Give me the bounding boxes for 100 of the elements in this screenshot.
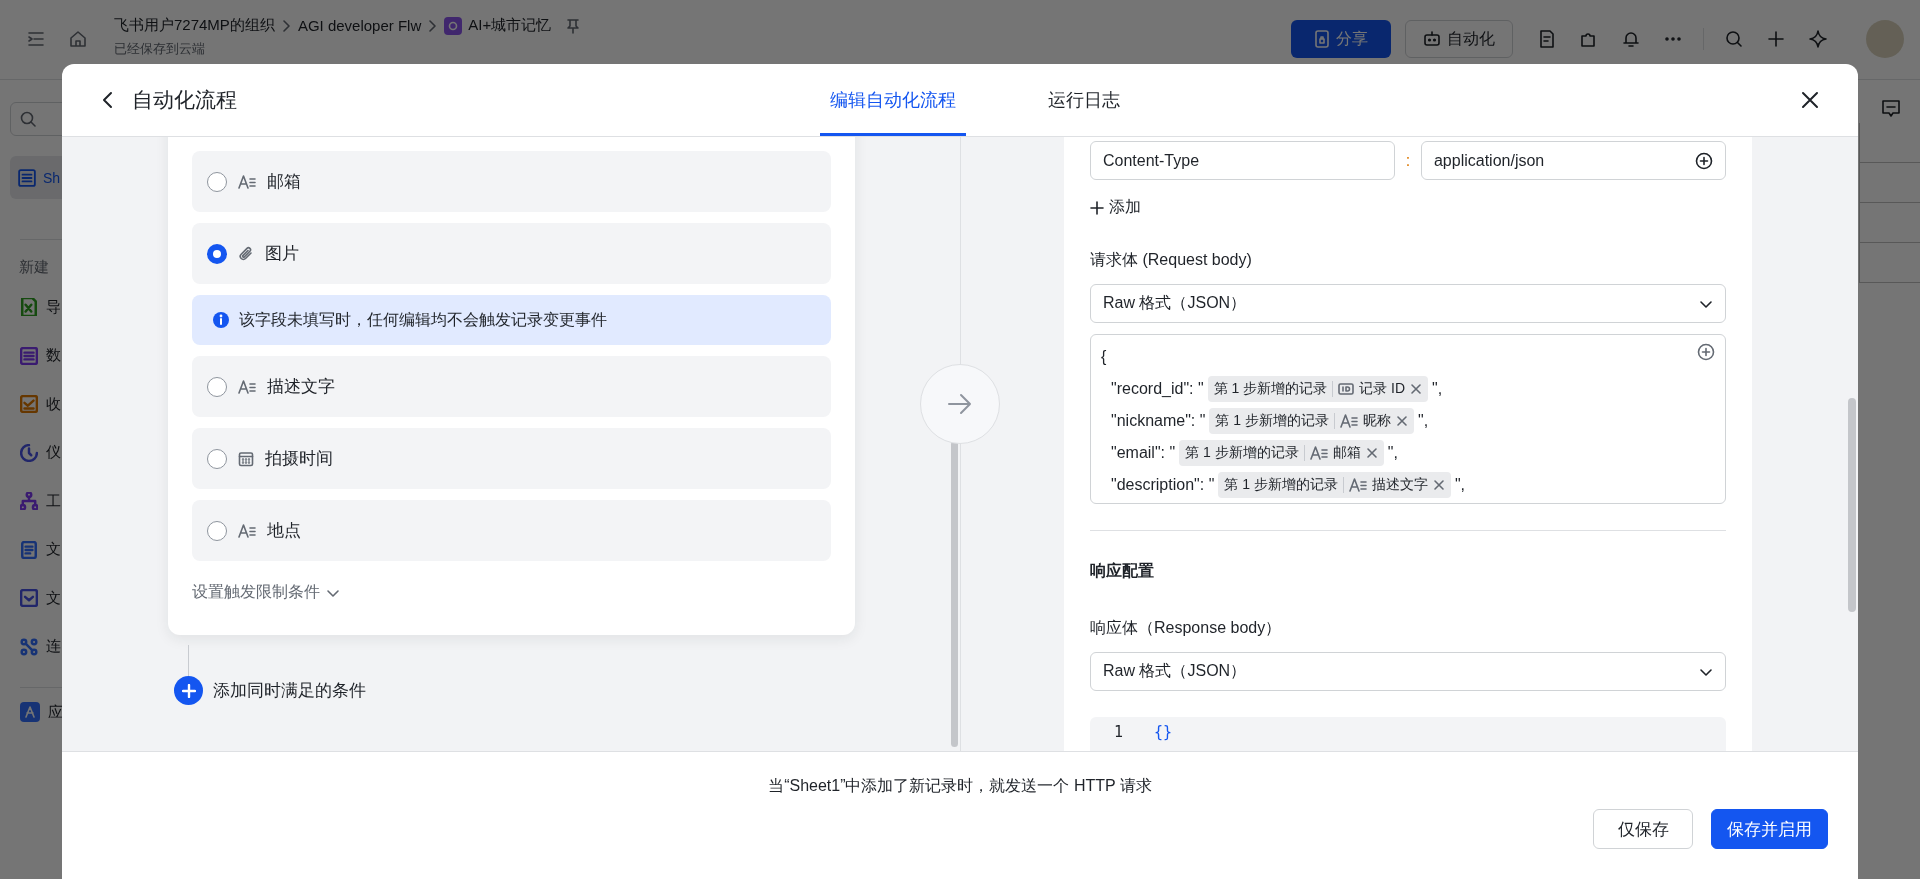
menu-item[interactable]: 收 [10,380,61,429]
remove-icon[interactable] [1432,479,1445,491]
scrollbar[interactable] [1848,398,1856,612]
comment-icon[interactable] [1880,98,1902,120]
section-heading: 响应配置 [1090,561,1155,581]
field-option[interactable]: 拍摄时间 [192,428,831,489]
base-logo-icon [444,16,463,35]
code-text: {} [1154,723,1173,743]
add-header-button[interactable]: 添加 [1090,197,1141,218]
format-dropdown[interactable]: Raw 格式（JSON） [1090,284,1726,323]
text-field-icon [1348,477,1367,493]
field-label: 拍摄时间 [265,448,333,470]
add-condition-button[interactable]: 添加同时满足的条件 [174,676,366,705]
menu-item[interactable]: 导 [10,283,61,332]
connector-icon [20,637,38,656]
breadcrumb-link[interactable]: 飞书用户7274MP的组织 [114,16,275,35]
excel-file-icon [20,298,38,317]
field-label: 描述文字 [267,376,335,398]
form-icon[interactable] [1537,29,1557,49]
sparkle-icon[interactable] [1808,29,1828,49]
calendar-icon [238,450,254,467]
document-icon [20,540,38,559]
code-text: "nickname": " [1111,412,1206,430]
remove-icon[interactable] [1410,383,1423,395]
add-circle-icon[interactable] [1695,151,1713,170]
radio-button[interactable] [207,520,227,541]
code-text: "record_id": " [1111,380,1204,398]
automation-button[interactable]: 自动化 [1405,20,1513,58]
app-icon [20,702,40,723]
chip-field: 昵称 [1363,412,1391,430]
code-text: ", [1454,476,1465,494]
save-status: 已经保存到云端 [114,40,206,58]
chip-field: 描述文字 [1371,476,1428,494]
variable-chip[interactable]: 第 1 步新增的记录 昵称 [1209,408,1414,434]
chevron-right-icon [282,19,290,32]
code-text: { [1101,348,1107,366]
lock-doc-icon [1314,30,1330,48]
radio-button[interactable] [207,376,227,397]
tab[interactable]: 运行日志 [1038,64,1130,136]
save-enable-button[interactable]: 保存并启用 [1711,809,1828,849]
menu-item[interactable]: 文 [10,574,61,623]
code-text: "description": " [1111,476,1215,494]
variable-chip[interactable]: 第 1 步新增的记录 描述文字 [1218,472,1451,498]
info-icon [212,311,230,329]
flow-summary: 当“Sheet1”中添加了新记录时，就发送一个 HTTP 请求 [767,776,1153,796]
breadcrumb-link[interactable]: AGI developer Flw [297,17,422,34]
notice-text: 该字段未填写时，任何编辑均不会触发记录变更事件 [239,309,607,330]
bell-icon[interactable] [1621,29,1641,49]
workflow-icon [20,492,38,511]
variable-chip[interactable]: 第 1 步新增的记录 邮箱 [1179,440,1384,466]
sidebar-toggle-icon[interactable] [26,29,46,49]
chip-field: 邮箱 [1332,444,1361,462]
robot-icon [1423,30,1441,48]
chip-source: 第 1 步新增的记录 [1213,380,1328,398]
text-field-icon [238,522,256,539]
code-text: ", [1432,380,1443,398]
field-option[interactable]: 描述文字 [192,356,831,417]
header-value-field[interactable]: application/json [1420,141,1726,180]
field-option[interactable]: 图片 [192,223,831,284]
radio-button[interactable] [207,448,227,469]
breadcrumb-link[interactable]: AI+城市记忆 [468,16,552,35]
form-icon [20,395,38,414]
menu-item[interactable]: 应 [10,688,63,737]
gauge-icon [20,443,38,462]
scrollbar[interactable] [951,441,958,747]
form-icon [20,589,38,608]
dialog-title: 自动化流程 [132,87,237,113]
code-editor[interactable]: { "record_id": " 第 1 步新增的记录 记录 ID ", "nickname": " 第 1 步新增的记录 昵称 ", "email": " 第 1 步新增的记录 邮箱 ", "description": " 第 1 步新增的记录 描述文字 ", [1090,334,1726,504]
remove-icon[interactable] [1396,415,1408,427]
header-key-field[interactable]: Content-Type [1090,141,1396,180]
save-button[interactable]: 仅保存 [1593,809,1693,849]
menu-item[interactable]: 数 [10,331,61,380]
field-option[interactable]: 地点 [192,500,831,561]
key-value-separator: : [1404,151,1412,170]
menu-item[interactable]: 仪 [10,428,61,477]
field-label: 邮箱 [267,171,301,193]
format-dropdown[interactable]: Raw 格式（JSON） [1090,652,1726,691]
radio-button[interactable] [207,171,227,192]
pin-icon[interactable] [565,17,582,34]
close-icon[interactable] [1800,90,1820,110]
variable-chip[interactable]: 第 1 步新增的记录 记录 ID [1207,376,1429,402]
search-icon[interactable] [1724,29,1744,49]
remove-icon[interactable] [1365,447,1378,459]
text-field-icon [238,378,256,395]
radio-button[interactable] [207,243,227,264]
menu-item[interactable]: 连 [10,622,61,671]
field-option[interactable]: 邮箱 [192,151,831,212]
section-heading: 新建 [18,258,50,277]
text-field-icon [1309,445,1328,461]
menu-item[interactable]: 工 [10,477,61,526]
limit-toggle[interactable]: 设置触发限制条件 [192,582,340,603]
field-label: 地点 [267,520,301,542]
id-card-icon [1338,382,1355,396]
menu-item[interactable]: 文 [10,525,61,574]
text-field-icon [238,173,256,190]
code-text: ", [1418,412,1429,430]
add-icon[interactable] [1766,29,1786,49]
field-label: 请求体 (Request body) [1090,250,1253,270]
plus-icon [181,683,196,698]
home-icon[interactable] [68,29,88,49]
